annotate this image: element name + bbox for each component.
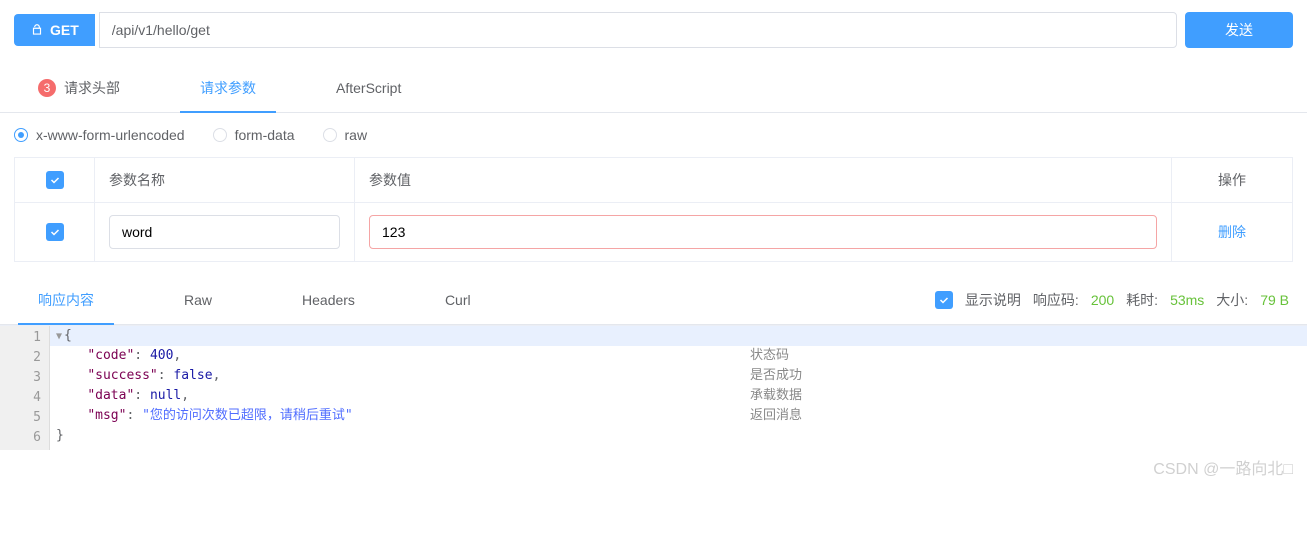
tab-label: 请求参数 (200, 78, 256, 98)
radio-icon (14, 128, 28, 142)
tab-afterscript[interactable]: AfterScript (316, 66, 421, 110)
request-bar: GET 发送 (0, 0, 1307, 64)
code-lines: ▼{ "code": 400, "success": false, "data"… (50, 326, 1307, 450)
radio-label: form-data (235, 127, 295, 143)
delete-row-button[interactable]: 删除 (1218, 222, 1246, 242)
response-body-editor[interactable]: 1 2 3 4 5 6 ▼{ "code": 400, "success": f… (0, 325, 1307, 450)
tab-response-content[interactable]: 响应内容 (18, 276, 114, 324)
col-header-name: 参数名称 (95, 158, 355, 202)
lock-open-icon (30, 23, 44, 37)
radio-form-data[interactable]: form-data (213, 127, 295, 143)
tab-request-params[interactable]: 请求参数 (180, 64, 276, 112)
url-input[interactable] (99, 12, 1177, 48)
watermark-text: CSDN @一路向北□ (1153, 455, 1293, 479)
tab-response-curl[interactable]: Curl (425, 278, 491, 322)
status-code-label: 响应码: (1033, 290, 1079, 310)
radio-label: raw (345, 127, 368, 143)
radio-raw[interactable]: raw (323, 127, 368, 143)
tab-response-headers[interactable]: Headers (282, 278, 375, 322)
time-label: 耗时: (1126, 290, 1158, 310)
status-code-value: 200 (1091, 292, 1114, 308)
row-select-cell[interactable] (15, 203, 95, 261)
col-header-op: 操作 (1172, 158, 1292, 202)
table-header-row: 参数名称 参数值 操作 (15, 158, 1292, 203)
tab-request-headers[interactable]: 3 请求头部 (18, 64, 140, 112)
radio-icon (323, 128, 337, 142)
tab-label: AfterScript (336, 80, 401, 96)
tab-response-raw[interactable]: Raw (164, 278, 232, 322)
param-name-input[interactable] (109, 215, 340, 249)
checkbox-checked-icon[interactable] (935, 291, 953, 309)
fold-icon[interactable]: ▼ (56, 331, 62, 342)
headers-count-badge: 3 (38, 79, 56, 97)
col-header-value: 参数值 (355, 158, 1172, 202)
size-value: 79 B (1260, 292, 1289, 308)
tab-label: 请求头部 (64, 78, 120, 98)
body-type-selector: x-www-form-urlencoded form-data raw (0, 113, 1307, 157)
select-all-cell[interactable] (15, 158, 95, 202)
table-row: 删除 (15, 203, 1292, 261)
checkbox-checked-icon (46, 171, 64, 189)
radio-urlencoded[interactable]: x-www-form-urlencoded (14, 127, 185, 143)
time-value: 53ms (1170, 292, 1204, 308)
radio-label: x-www-form-urlencoded (36, 127, 185, 143)
param-value-input[interactable] (369, 215, 1157, 249)
show-description-label: 显示说明 (965, 290, 1021, 310)
params-table: 参数名称 参数值 操作 删除 (14, 157, 1293, 262)
method-label: GET (50, 22, 79, 38)
send-button[interactable]: 发送 (1185, 12, 1293, 48)
request-tabs: 3 请求头部 请求参数 AfterScript (0, 64, 1307, 113)
radio-icon (213, 128, 227, 142)
checkbox-checked-icon (46, 223, 64, 241)
method-selector[interactable]: GET (14, 14, 95, 46)
description-column: 状态码 是否成功 承载数据 返回消息 (750, 326, 802, 426)
size-label: 大小: (1216, 290, 1248, 310)
line-gutter: 1 2 3 4 5 6 (0, 326, 50, 450)
response-tabs: 响应内容 Raw Headers Curl 显示说明 响应码: 200 耗时: … (0, 276, 1307, 325)
response-meta: 显示说明 响应码: 200 耗时: 53ms 大小: 79 B (935, 290, 1289, 310)
